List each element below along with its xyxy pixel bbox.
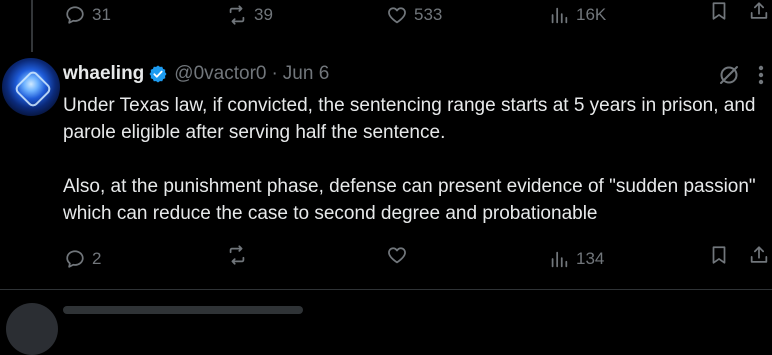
- display-name[interactable]: whaeling: [63, 62, 144, 86]
- bookmark-icon: [712, 246, 726, 264]
- bookmark-button[interactable]: [708, 0, 730, 22]
- bookmark-icon: [712, 2, 726, 20]
- tweet-paragraph: Under Texas law, if convicted, the sente…: [63, 95, 756, 143]
- tweet-header: whaeling @0vactor0 · Jun 6: [63, 62, 329, 86]
- views-button[interactable]: 134: [548, 244, 604, 274]
- reply-count: 2: [92, 249, 102, 268]
- views-count: 16K: [576, 5, 607, 24]
- tweet-paragraph: Also, at the punishment phase, defense c…: [63, 176, 756, 224]
- like-button[interactable]: [386, 244, 414, 266]
- avatar[interactable]: [2, 58, 60, 116]
- repost-icon: [229, 245, 245, 265]
- repost-button[interactable]: [226, 244, 254, 266]
- like-button[interactable]: 533: [386, 0, 442, 30]
- views-count: 134: [576, 249, 605, 268]
- tweet-date[interactable]: Jun 6: [283, 62, 329, 86]
- repost-button[interactable]: 39: [226, 0, 273, 30]
- tweet-actions: 2 134: [0, 244, 772, 274]
- reply-icon: [66, 6, 84, 24]
- share-button[interactable]: [748, 0, 770, 22]
- like-icon: [388, 7, 406, 24]
- share-icon: [750, 2, 768, 19]
- views-icon: [551, 251, 568, 268]
- share-icon: [750, 246, 768, 263]
- tweet-text: Under Texas law, if convicted, the sente…: [63, 92, 768, 227]
- next-tweet-header-partial: [63, 306, 303, 314]
- verified-badge-icon: [149, 65, 167, 83]
- repost-count: 39: [254, 5, 273, 24]
- reply-icon: [66, 250, 84, 268]
- tweet-divider: [0, 289, 772, 290]
- views-button[interactable]: 16K: [548, 0, 606, 30]
- user-handle[interactable]: @0vactor0: [174, 62, 266, 86]
- views-icon: [551, 7, 568, 24]
- like-count: 533: [414, 5, 443, 24]
- reply-count: 31: [92, 5, 111, 24]
- header-separator: ·: [271, 63, 278, 84]
- share-button[interactable]: [748, 244, 770, 266]
- repost-icon: [229, 5, 245, 25]
- like-icon: [388, 247, 406, 264]
- reply-button[interactable]: 2: [64, 244, 101, 274]
- previous-tweet-actions: 31 39 533 16K: [0, 0, 772, 30]
- reply-button[interactable]: 31: [64, 0, 111, 30]
- next-tweet-avatar[interactable]: [6, 303, 58, 355]
- bookmark-button[interactable]: [708, 244, 730, 266]
- more-icon[interactable]: [750, 62, 772, 88]
- grok-icon[interactable]: [716, 62, 742, 88]
